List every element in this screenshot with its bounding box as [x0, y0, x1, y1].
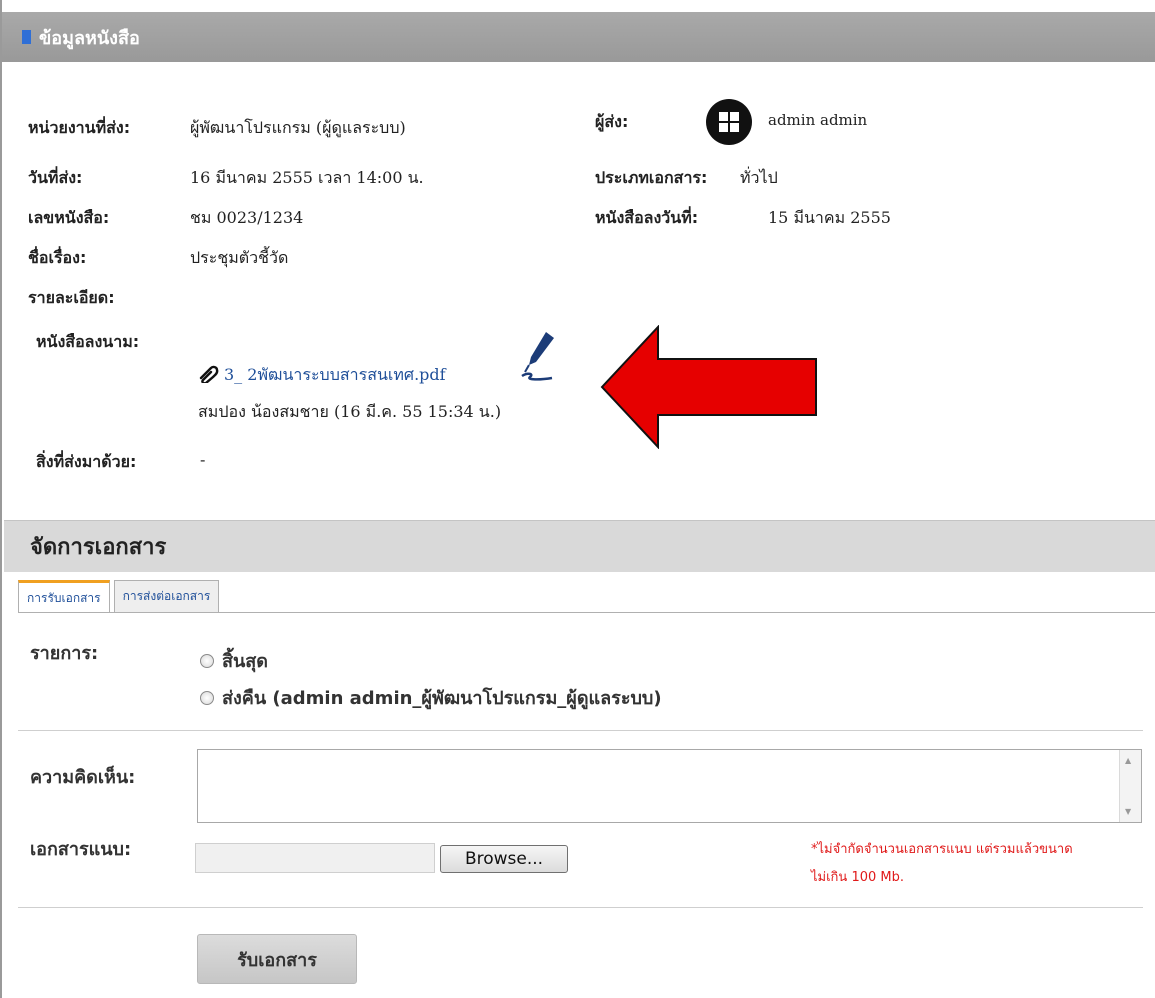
unit-value: ผู้พัฒนาโปรแกรม (ผู้ดูแลระบบ) — [190, 118, 406, 137]
docno-value: ชม 0023/1234 — [190, 208, 304, 227]
sender-value: admin admin — [768, 111, 868, 129]
file-path-input[interactable] — [195, 843, 435, 873]
attachment-note: *ไม่จำกัดจำนวนเอกสารแนบ แต่รวมแล้วขนาด ไ… — [811, 836, 1151, 892]
subject-label: ชื่อเรื่อง: — [28, 248, 87, 267]
browse-button[interactable]: Browse... — [440, 845, 568, 873]
unit-label: หน่วยงานที่ส่ง: — [28, 118, 131, 137]
signer-info: สมปอง น้องสมชาย (16 มี.ค. 55 15:34 น.) — [198, 402, 502, 421]
attach-label: เอกสารแนบ: — [30, 839, 132, 860]
document-panel: ข้อมูลหนังสือ หน่วยงานที่ส่ง: ผู้พัฒนาโป… — [0, 0, 1155, 998]
paperclip-icon — [198, 365, 220, 387]
tab-bar: การรับเอกสาร การส่งต่อเอกสาร — [18, 580, 220, 613]
divider — [18, 907, 1143, 908]
doctype-label: ประเภทเอกสาร: — [595, 168, 708, 187]
manage-section-header: จัดการเอกสาร — [4, 520, 1155, 572]
date-label: วันที่ส่ง: — [28, 168, 83, 187]
docdate-label: หนังสือลงวันที่: — [595, 208, 699, 227]
attachment-filename: 3_ 2พัฒนาระบบสารสนเทศ.pdf — [224, 365, 446, 384]
divider — [18, 730, 1143, 731]
scroll-up-icon[interactable]: ▲ — [1125, 756, 1131, 765]
blue-square-icon — [22, 30, 31, 44]
radio-option-return[interactable]: ส่งคืน (admin admin_ผู้พัฒนาโปรแกรม_ผู้ด… — [200, 683, 662, 712]
radio-label-end: สิ้นสุด — [222, 651, 268, 672]
red-arrow-icon — [600, 324, 818, 453]
list-label: รายการ: — [30, 643, 99, 664]
page-title: ข้อมูลหนังสือ — [39, 27, 140, 49]
note-line-1: *ไม่จำกัดจำนวนเอกสารแนบ แต่รวมแล้วขนาด — [811, 842, 1073, 857]
detail-label: รายละเอียด: — [28, 288, 115, 307]
radio-button[interactable] — [200, 690, 214, 705]
doctype-value: ทั่วไป — [740, 168, 778, 187]
radio-label-return: ส่งคืน (admin admin_ผู้พัฒนาโปรแกรม_ผู้ด… — [222, 688, 662, 709]
docno-label: เลขหนังสือ: — [28, 208, 110, 227]
header-bar: ข้อมูลหนังสือ — [2, 12, 1155, 62]
comment-label: ความคิดเห็น: — [30, 767, 136, 788]
subject-value: ประชุมตัวชี้วัด — [190, 248, 289, 267]
tab-receive[interactable]: การรับเอกสาร — [18, 580, 110, 613]
sender-label: ผู้ส่ง: — [595, 112, 629, 131]
note-line-2: ไม่เกิน 100 Mb. — [811, 870, 904, 885]
enclosure-label: สิ่งที่ส่งมาด้วย: — [36, 452, 137, 471]
radio-option-end[interactable]: สิ้นสุด — [200, 646, 268, 675]
textarea-scrollbar[interactable]: ▲ ▼ — [1119, 750, 1141, 822]
windows-avatar-icon — [706, 99, 752, 145]
enclosure-value: - — [200, 450, 206, 469]
comment-textarea[interactable]: ▲ ▼ — [197, 749, 1142, 823]
scroll-down-icon[interactable]: ▼ — [1125, 807, 1131, 816]
date-value: 16 มีนาคม 2555 เวลา 14:00 น. — [190, 168, 424, 187]
section-title: จัดการเอกสาร — [30, 535, 167, 560]
attachment-link[interactable]: 3_ 2พัฒนาระบบสารสนเทศ.pdf — [198, 363, 446, 388]
tab-divider — [18, 612, 1155, 613]
signed-doc-label: หนังสือลงนาม: — [36, 332, 140, 351]
tab-forward[interactable]: การส่งต่อเอกสาร — [113, 580, 220, 612]
radio-button[interactable] — [200, 653, 214, 668]
pen-signature-icon[interactable] — [516, 328, 560, 388]
docdate-value: 15 มีนาคม 2555 — [768, 208, 891, 227]
receive-document-button[interactable]: รับเอกสาร — [197, 934, 357, 984]
